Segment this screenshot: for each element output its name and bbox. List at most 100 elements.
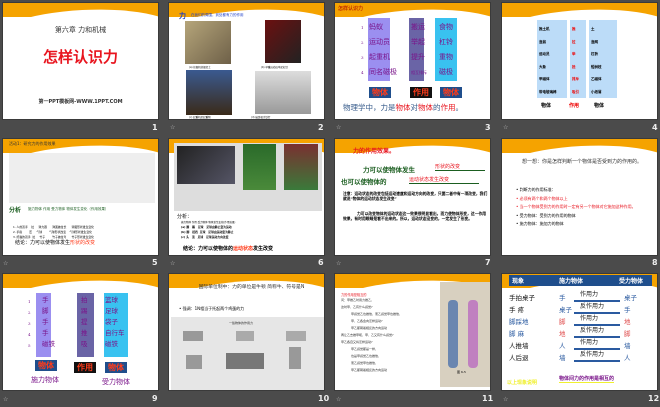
footer-label: 作用: [569, 103, 580, 109]
tag-object: 物体: [369, 87, 391, 98]
force-label: 作用力: [580, 339, 599, 346]
transition-icon[interactable]: ☆: [170, 260, 175, 267]
footer-label: 物体: [541, 103, 552, 109]
activity-illustration: [9, 153, 155, 203]
transition-icon[interactable]: ☆: [336, 124, 341, 131]
slide-thumbnail-1[interactable]: 第六章 力和机械 怎样认识力 第一PPT模板网-WWW.1PPT.COM: [2, 2, 159, 120]
slide-thumbnail-3[interactable]: 怎样认识力 1 蚂蚁 2 运动员 3 起重机 4 同名磁极 搬运 举起 提升 相互排斥 食物杠…: [334, 2, 491, 120]
slide-thumbnail-9[interactable]: 12345 手脚手手磁铁 拍踢提推吸 篮球 足球 袋子 自行车 磁铁 物体 作用 物体 …: [2, 273, 159, 391]
receiver: 地: [624, 318, 631, 326]
transition-icon[interactable]: ☆: [336, 260, 341, 267]
soccer-photo: [284, 144, 318, 190]
slide-number: 3: [485, 123, 491, 132]
tag-object: 物体: [35, 360, 57, 371]
force-label: 反作用力: [580, 351, 605, 358]
slide-thumbnail-4[interactable]: 推土机 渔翁 运动员 大象 甲磁体 带电玻璃棒 推拉举抵排斥 吸引 土渔网 杠铃 短树枝 乙磁体小…: [501, 2, 658, 120]
transition-icon[interactable]: ☆: [3, 260, 8, 267]
bullet: • 强调：1N相当于托起两个鸡蛋的力: [179, 306, 245, 311]
label-receiver: 受力物体: [102, 378, 130, 386]
slide-number: 9: [152, 394, 158, 403]
transition-icon[interactable]: ☆: [170, 124, 175, 131]
chapter-title: 第六章 力和机械: [54, 26, 107, 34]
applier: 墙: [559, 354, 566, 362]
table-header: 现象 施力物体 受力物体: [509, 275, 652, 286]
statement-line: 力可以使物体发生: [363, 166, 415, 174]
row-list: 1 蚂蚁 2 运动员 3 起重机 4 同名磁极: [361, 23, 397, 76]
object-list: 篮球 足球 袋子 自行车 磁铁: [105, 296, 125, 348]
transition-icon[interactable]: ☆: [336, 396, 341, 403]
conclusion: 结论：力可以使物体的运动状态发生改变: [183, 246, 274, 252]
transition-icon[interactable]: ☆: [3, 396, 8, 403]
force-label: 反作用力: [580, 327, 605, 334]
tag-object: 物体: [105, 362, 127, 373]
analysis-label: 分析：: [177, 214, 193, 220]
header-wave: [3, 3, 158, 17]
receiver: 墙: [624, 342, 631, 350]
analysis-lines: (a) 脚 踢 足球 足球由静止变为运动 (b) 脚 抵挡 足球 足球由运动变为静…: [181, 225, 234, 239]
phenomenon: 脚 麻: [509, 330, 525, 338]
caption: (c) 起重机吊起重物: [189, 116, 211, 119]
label-applier: 施力物体: [31, 376, 59, 384]
slide-thumbnail-5[interactable]: 活动1：研究力的作用效果 分析 施力物体 作用 受力物体 物体发生变化（作用效果…: [2, 138, 159, 256]
figure-label: 图 6-5: [457, 370, 466, 374]
slide-thumbnail-11[interactable]: 力的作用是相互的 问：甲推乙时用力推乙， 这时甲、乙有什么感觉? 甲感觉乙也推他，…: [334, 273, 491, 391]
receiver-list: 土渔网 杠铃 短树枝 乙磁体 小纸屑: [591, 27, 602, 94]
receiver: 手: [624, 306, 631, 314]
phenomenon: 人后退: [509, 354, 529, 362]
tag-action: 作用: [410, 87, 432, 98]
slide-thumbnail-6[interactable]: 分析： 施力物体 作用 受力物体 物体发生变化(作用效果) (a) 脚 踢 足球…: [168, 138, 325, 256]
footer-label: 物体: [594, 103, 605, 109]
tag-action: 作用: [74, 362, 96, 373]
slide-heading: 力的作用效果。: [353, 148, 396, 155]
actor-list: 手脚手手磁铁: [42, 296, 55, 348]
arrow-icon: [574, 360, 620, 362]
phenomenon: 人推墙: [509, 342, 529, 350]
slide-subtitle: 在我们的周围，到处都有力的作用: [191, 13, 244, 17]
statement-line: 也可以使物体的: [341, 178, 387, 186]
summary-text: 物体间力的作用是相互的: [559, 376, 615, 383]
weightlifter-photo: [265, 20, 301, 63]
object-list: 食物 杠铃 重物 磁极: [439, 23, 453, 76]
summary-label: 以上现象说明: [507, 380, 538, 386]
force-label: 反作用力: [580, 303, 605, 310]
figure-panel: 一些物体的作用力: [171, 317, 324, 390]
analysis-header: 施力物体 作用 受力物体 物体发生变化(作用效果): [181, 221, 236, 224]
applier: 手: [559, 294, 566, 302]
bullet-list: • 判断力的作用标准： • 必须有两个和两个物体以上 • 当一个物体受到力的作用…: [516, 187, 636, 226]
slide-title: 怎样认识力: [42, 48, 118, 66]
magnets-photo: [255, 71, 311, 114]
slide-thumbnail-10[interactable]: 国际单位制中：力的单位是牛顿 简称牛、符号是N • 强调：1N相当于托起两个鸡蛋…: [168, 273, 325, 391]
slide-thumbnail-12[interactable]: 现象 施力物体 受力物体 手拍桌子手作用力 桌子手 疼桌子 反作用力手脚踩地脚作用力…: [501, 273, 658, 391]
soccer-photo: [243, 144, 276, 190]
transition-icon[interactable]: ☆: [503, 396, 508, 403]
slide-thumbnail-2[interactable]: 力 在我们的周围，到处都有力的作用 (a) 挖掘机挖掘泥土 (b) 举重运动员举…: [168, 2, 325, 120]
tractor-illustration: [226, 353, 264, 369]
note-text: 注意：运动状态的改变包括运动速度和运动方向的改变，只要二者中有一项改变，我们就说…: [343, 191, 488, 201]
hand-illustration: [286, 331, 306, 341]
analysis-label: 分析: [9, 207, 22, 214]
analysis-header: 施力物体 作用 受力物体 物体发生变化（作用效果）: [28, 207, 109, 211]
applier: 人: [559, 342, 566, 350]
force-label: 作用力: [580, 315, 599, 322]
slide-number: 8: [652, 258, 658, 267]
hand-illustration: [236, 331, 254, 341]
racket-illustration: [186, 355, 202, 369]
slide-thumbnail-7[interactable]: 力的作用效果。 力可以使物体发生 形状的改变 也可以使物体的 运动状态发生改变 …: [334, 138, 491, 256]
answer-blank: 形状的改变: [435, 163, 485, 171]
conclusion: 物理学中，力是物体对物体的作用。: [343, 103, 463, 112]
dialog-lines: 问：甲推乙时用力推乙， 这时甲、乙有什么感觉? 甲感觉乙也推他，而乙感觉甲也推他，…: [341, 298, 403, 372]
applier: 桌子: [559, 306, 572, 314]
slide-thumbnail-8[interactable]: 想一想：你是怎样判断一个物体是否受到力的作用的。 • 判断力的作用标准： • 必…: [501, 138, 658, 256]
answer-blank: 运动状态发生改变: [409, 176, 479, 184]
question-text: 想一想：你是怎样判断一个物体是否受到力的作用的。: [521, 159, 642, 165]
verb-list: 搬运 举起 提升 相互排斥: [411, 23, 427, 75]
transition-icon[interactable]: ☆: [503, 124, 508, 131]
caption: (d) 磁铁吸引铁钉: [251, 116, 271, 119]
receiver: 人: [624, 354, 631, 362]
footer-text: 第一PPT模板网-WWW.1PPT.COM: [38, 99, 123, 105]
phenomenon: 手拍桌子: [509, 294, 535, 302]
applier: 地: [559, 330, 566, 338]
slide-title: 国际单位制中：力的单位是牛顿 简称牛、符号是N: [198, 285, 305, 290]
conclusion: 结论：力可以使物体发生形状的改变: [15, 240, 96, 246]
force-label: 作用力: [580, 291, 599, 298]
